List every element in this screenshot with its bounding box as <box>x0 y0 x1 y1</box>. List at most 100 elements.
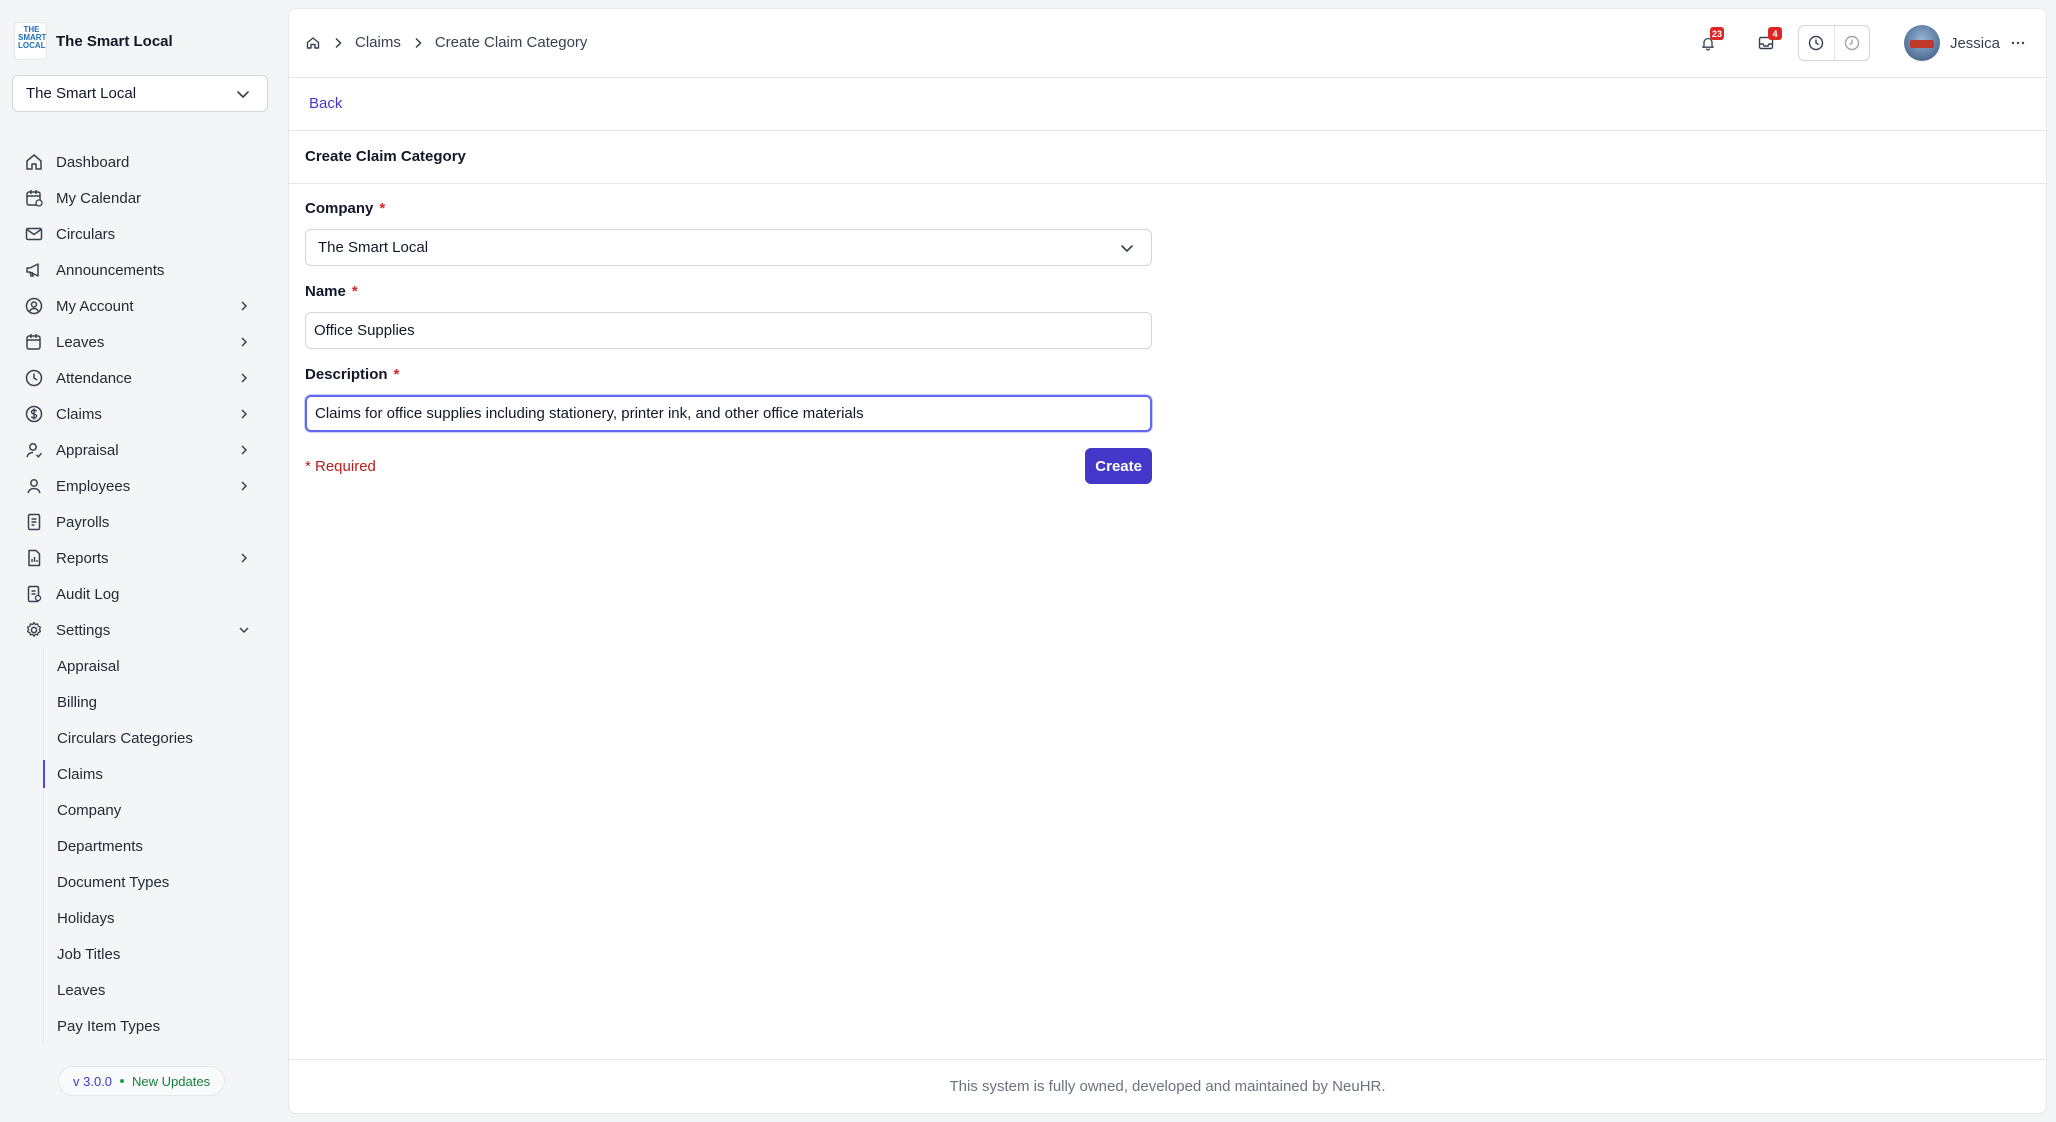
sidebar-item-label: Circulars <box>56 225 116 243</box>
dollar-circle-icon <box>24 404 44 424</box>
name-label-text: Name <box>305 283 346 300</box>
company-switcher-value: The Smart Local <box>26 85 137 102</box>
chevron-down-icon <box>235 86 251 102</box>
clock-icon <box>24 368 44 388</box>
sidebar-item-employees[interactable]: Employees <box>0 468 285 504</box>
sidebar-item-label: Leaves <box>56 333 105 351</box>
receipt-icon <box>24 512 44 532</box>
description-field: Description * <box>305 366 1152 432</box>
chevron-right-icon <box>237 551 251 565</box>
sidebar-item-leaves[interactable]: Leaves <box>0 324 285 360</box>
sidebar-item-my-calendar[interactable]: My Calendar <box>0 180 285 216</box>
calendar-icon <box>24 188 44 208</box>
clock-out-icon <box>1843 34 1861 52</box>
sidebar-item-audit-log[interactable]: Audit Log <box>0 576 285 612</box>
megaphone-icon <box>24 260 44 280</box>
inbox-count: 4 <box>1767 27 1782 40</box>
create-claim-category-form: Company * The Smart Local Name * Descripti… <box>305 200 1152 484</box>
sidebar-item-label: Appraisal <box>56 441 119 459</box>
sidebar-item-dashboard[interactable]: Dashboard <box>0 144 285 180</box>
required-star: * <box>393 366 400 383</box>
settings-item-document-types[interactable]: Document Types <box>44 864 285 900</box>
settings-item-circulars-categories[interactable]: Circulars Categories <box>44 720 285 756</box>
sidebar-item-payrolls[interactable]: Payrolls <box>0 504 285 540</box>
home-icon[interactable] <box>305 35 321 51</box>
company-switcher[interactable]: The Smart Local <box>12 75 268 112</box>
mail-icon <box>24 224 44 244</box>
version-badge[interactable]: v 3.0.0 New Updates <box>58 1066 226 1096</box>
settings-item-appraisal[interactable]: Appraisal <box>44 648 285 684</box>
page-title: Create Claim Category <box>305 148 466 165</box>
company-select-value: The Smart Local <box>318 239 429 256</box>
user-check-icon <box>24 440 44 460</box>
sidebar-item-attendance[interactable]: Attendance <box>0 360 285 396</box>
settings-item-billing[interactable]: Billing <box>44 684 285 720</box>
chevron-down-icon <box>1119 240 1135 256</box>
sidebar-item-label: My Calendar <box>56 189 142 207</box>
notifications-button[interactable]: 23 <box>1690 25 1726 61</box>
chevron-right-icon <box>411 36 425 50</box>
status-dot <box>120 1079 125 1083</box>
sidebar-item-reports[interactable]: Reports <box>0 540 285 576</box>
chevron-down-icon <box>237 623 251 637</box>
brand[interactable]: THE SMART LOCAL The Smart Local <box>14 22 173 60</box>
clock-in-icon <box>1807 34 1825 52</box>
required-star: * <box>351 283 358 300</box>
company-select[interactable]: The Smart Local <box>305 229 1152 266</box>
main-panel: Claims Create Claim Category 23 4 Jessic… <box>288 8 2047 1114</box>
settings-item-job-titles[interactable]: Job Titles <box>44 936 285 972</box>
company-field: Company * The Smart Local <box>305 200 1152 266</box>
breadcrumb-claims[interactable]: Claims <box>355 34 401 51</box>
settings-item-leaves[interactable]: Leaves <box>44 972 285 1008</box>
gear-icon <box>24 620 44 640</box>
create-button[interactable]: Create <box>1085 448 1152 484</box>
version-number: v 3.0.0 <box>73 1073 113 1089</box>
report-icon <box>24 548 44 568</box>
settings-item-company[interactable]: Company <box>44 792 285 828</box>
brand-name: The Smart Local <box>56 32 173 50</box>
topbar: Claims Create Claim Category 23 4 Jessic… <box>289 9 2046 78</box>
name-label: Name * <box>305 283 1152 303</box>
required-note: * Required <box>305 458 376 475</box>
more-options-icon[interactable] <box>2010 35 2026 51</box>
brand-logo: THE SMART LOCAL <box>14 22 47 60</box>
settings-item-pay-item-types[interactable]: Pay Item Types <box>44 1008 285 1044</box>
description-input[interactable] <box>305 395 1152 432</box>
clock-out-button[interactable] <box>1833 26 1869 60</box>
sidebar-item-my-account[interactable]: My Account <box>0 288 285 324</box>
sidebar-item-label: Claims <box>56 405 102 423</box>
sidebar-item-announcements[interactable]: Announcements <box>0 252 285 288</box>
sidebar-item-claims[interactable]: Claims <box>0 396 285 432</box>
breadcrumb: Claims Create Claim Category <box>305 34 587 51</box>
form-footer: * Required Create <box>305 448 1152 484</box>
sidebar-nav: Dashboard My Calendar Circulars Announce… <box>0 144 285 1044</box>
sidebar-item-label: Attendance <box>56 369 132 387</box>
sidebar-item-appraisal[interactable]: Appraisal <box>0 432 285 468</box>
settings-subnav: Appraisal Billing Circulars Categories C… <box>43 648 285 1044</box>
back-link[interactable]: Back <box>309 95 342 112</box>
sidebar-item-label: Settings <box>56 621 111 639</box>
breadcrumb-current: Create Claim Category <box>434 34 588 51</box>
sidebar-item-label: Employees <box>56 477 131 495</box>
clock-in-button[interactable] <box>1799 26 1834 60</box>
sidebar-item-label: Audit Log <box>56 585 120 603</box>
home-icon <box>24 152 44 172</box>
chevron-right-icon <box>237 407 251 421</box>
name-input[interactable] <box>305 312 1152 349</box>
calendar-leave-icon <box>24 332 44 352</box>
sidebar-item-settings[interactable]: Settings <box>0 612 285 648</box>
sidebar-item-circulars[interactable]: Circulars <box>0 216 285 252</box>
inbox-button[interactable]: 4 <box>1748 25 1784 61</box>
user-name[interactable]: Jessica <box>1950 35 2000 52</box>
sidebar-item-label: Dashboard <box>56 153 130 171</box>
back-row: Back <box>289 78 2046 131</box>
settings-item-holidays[interactable]: Holidays <box>44 900 285 936</box>
description-label-text: Description <box>305 366 388 383</box>
sidebar-item-label: Payrolls <box>56 513 110 531</box>
sidebar-item-label: Reports <box>56 549 109 567</box>
settings-item-claims[interactable]: Claims <box>43 756 285 792</box>
avatar[interactable] <box>1903 25 1940 61</box>
settings-item-departments[interactable]: Departments <box>44 828 285 864</box>
audit-icon <box>24 584 44 604</box>
sidebar-item-label: Announcements <box>56 261 165 279</box>
